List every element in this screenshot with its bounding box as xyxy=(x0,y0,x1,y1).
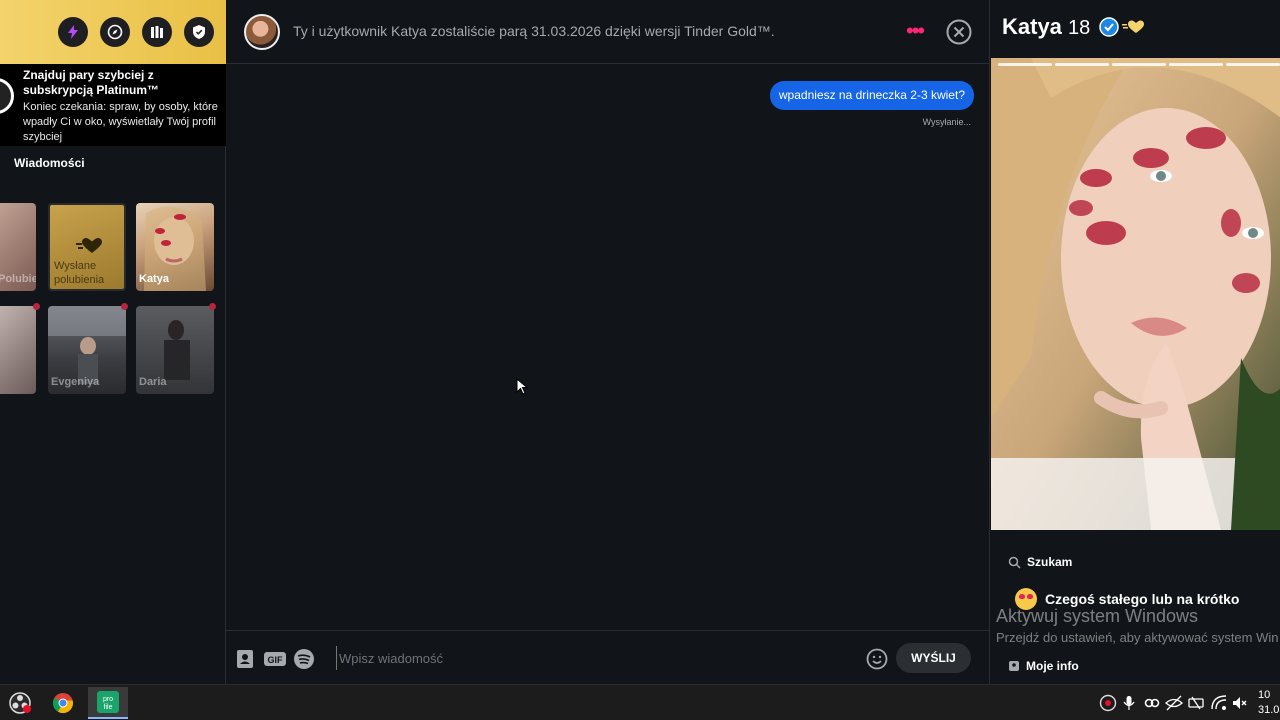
search-icon xyxy=(1008,556,1021,569)
looking-for-heading: Szukam xyxy=(1027,555,1073,569)
card-label: Katya xyxy=(139,273,169,285)
more-info-label: Moje info xyxy=(1026,659,1079,673)
profile-name: Katya xyxy=(1002,14,1062,39)
wifi-icon[interactable] xyxy=(1210,694,1228,712)
match-card-daria[interactable]: Daria xyxy=(136,306,214,394)
verified-badge-icon xyxy=(1099,17,1119,37)
looking-for-label: Szukam xyxy=(1008,555,1072,569)
svg-text:file: file xyxy=(104,704,113,711)
heart-icon xyxy=(76,238,102,253)
unread-dot xyxy=(121,303,128,310)
platinum-promo[interactable]: Znajduj pary szybciej z subskrypcją Plat… xyxy=(0,64,226,146)
windows-activation-hint: Przejdź do ustawień, aby aktywować syste… xyxy=(996,630,1279,645)
photo-pager xyxy=(998,63,1280,66)
card-label: Daria xyxy=(139,376,167,388)
svg-text:pro: pro xyxy=(103,696,113,703)
hidden-eye-icon[interactable] xyxy=(1165,694,1183,712)
left-sidebar: Znajduj pary szybciej z subskrypcją Plat… xyxy=(0,0,226,684)
network-icon[interactable] xyxy=(1187,694,1205,712)
messages-heading: Wiadomości xyxy=(14,156,85,170)
message-composer: GIF WYŚLIJ xyxy=(226,630,989,684)
avatar xyxy=(0,78,14,114)
unread-dot xyxy=(209,303,216,310)
promo-title: Znajduj pary szybciej z subskrypcją Plat… xyxy=(23,68,160,97)
card-label: Polubieni xyxy=(0,273,36,285)
match-avatar[interactable] xyxy=(244,14,280,50)
profile-name-age: Katya 18 xyxy=(1002,14,1090,40)
windows-activation-watermark: Aktywuj system Windows xyxy=(996,606,1199,626)
gif-icon[interactable]: GIF xyxy=(263,648,287,670)
bolt-icon[interactable] xyxy=(58,17,88,47)
likes-card[interactable]: Polubieni xyxy=(0,203,36,291)
promo-subtitle: Koniec czekania: spraw, by osoby, które … xyxy=(23,101,218,143)
message-bubble[interactable]: wpadniesz na drineczka 2-3 kwiet? xyxy=(769,81,974,110)
match-card-evgeniya[interactable]: Evgeniya xyxy=(48,306,126,394)
link-icon[interactable] xyxy=(1143,694,1161,712)
clock-date: 31.03 xyxy=(1258,704,1280,716)
card-label: Wysłane polubienia xyxy=(54,260,105,286)
sidebar-header xyxy=(0,0,226,64)
profile-photo[interactable] xyxy=(991,58,1280,530)
emoji-icon[interactable] xyxy=(866,648,888,670)
mouse-cursor-icon xyxy=(516,378,528,395)
speaker-muted-icon[interactable] xyxy=(1231,694,1249,712)
sent-likes-card[interactable]: Wysłane polubienia xyxy=(48,203,126,291)
compass-icon[interactable] xyxy=(100,17,130,47)
spotify-icon[interactable] xyxy=(293,648,315,670)
profile-card-icon xyxy=(1009,661,1019,671)
chrome-icon[interactable] xyxy=(43,687,83,719)
looking-for-text: Czegoś stałego lub na krótko xyxy=(1045,591,1240,607)
close-icon[interactable] xyxy=(946,19,972,45)
more-info-section[interactable]: Moje info xyxy=(1008,659,1079,673)
obs-icon[interactable] xyxy=(0,687,40,719)
microphone-icon[interactable] xyxy=(1120,694,1138,712)
profile-panel: Katya 18 Szukam Czegoś stałego lub na kr… xyxy=(989,0,1280,684)
system-clock[interactable]: 10 31.03 xyxy=(1258,688,1280,718)
profile-app-icon[interactable]: pro file xyxy=(88,687,128,719)
message-status: Wysyłanie... xyxy=(922,117,971,127)
shield-icon[interactable] xyxy=(184,17,214,47)
windows-taskbar: pro file 10 31.03 xyxy=(0,684,1280,720)
contact-card-icon[interactable] xyxy=(234,648,256,670)
profile-age: 18 xyxy=(1068,17,1091,39)
message-input[interactable] xyxy=(336,646,856,670)
match-info-text: Ty i użytkownik Katya zostaliście parą 3… xyxy=(293,23,775,39)
profile-photo-image xyxy=(991,58,1280,530)
chat-header: Ty i użytkownik Katya zostaliście parą 3… xyxy=(226,0,989,64)
send-button[interactable]: WYŚLIJ xyxy=(896,643,971,673)
clock-time: 10 xyxy=(1258,689,1271,701)
profile-header: Katya 18 xyxy=(990,0,1280,54)
tinder-app: Znajduj pary szybciej z subskrypcją Plat… xyxy=(0,0,1280,684)
chat-panel: Ty i użytkownik Katya zostaliście parą 3… xyxy=(226,0,989,684)
unread-dot xyxy=(33,303,40,310)
match-card-katya[interactable]: Katya xyxy=(136,203,214,291)
svg-text:GIF: GIF xyxy=(268,655,284,665)
books-icon[interactable] xyxy=(142,17,172,47)
card-label: Evgeniya xyxy=(51,376,100,388)
match-card[interactable] xyxy=(0,306,36,394)
obs-tray-icon[interactable] xyxy=(1099,694,1117,712)
more-options-icon[interactable]: ••• xyxy=(906,20,925,42)
gold-heart-icon xyxy=(1122,20,1144,33)
